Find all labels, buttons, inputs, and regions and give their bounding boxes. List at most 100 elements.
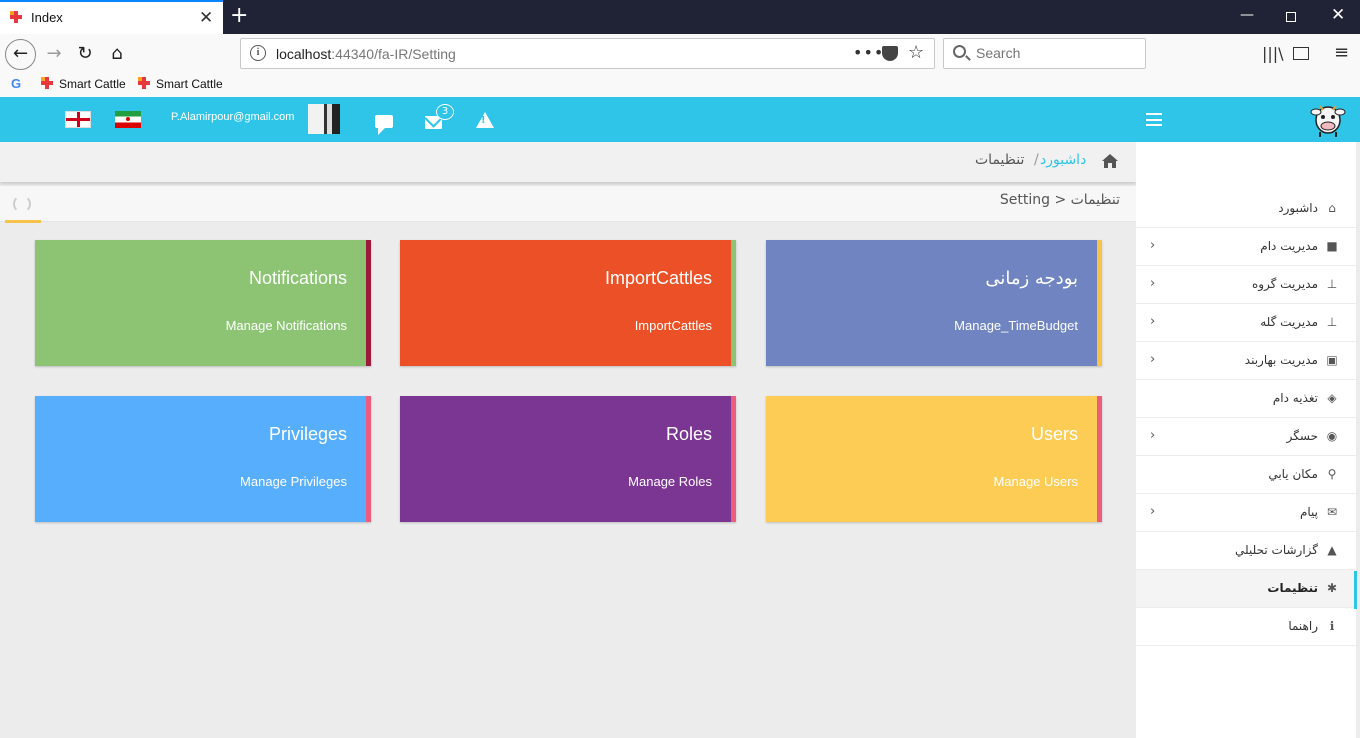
tab-title: Index [31, 10, 63, 25]
sidebar-item-label: مدیریت گروه [1251, 277, 1318, 291]
search-box[interactable] [943, 38, 1146, 69]
chevron-icon[interactable]: › [1150, 238, 1155, 253]
settings-card-notifications[interactable]: Notifications Manage Notifications [35, 240, 371, 366]
page-actions-icon[interactable]: ••• [853, 43, 884, 62]
sidebar-toggle-icon[interactable] [1293, 47, 1309, 60]
new-tab-icon[interactable]: + [230, 3, 248, 28]
sitemap-icon: ⊥ [1326, 277, 1338, 291]
breadcrumb-current: تنظیمات [975, 152, 1025, 168]
bookmarks-bar: G Smart Cattle Smart Cattle [0, 74, 1360, 97]
card-stripe [1097, 240, 1102, 366]
sidebar-item[interactable]: ▲ گزارشات تحليلي [1136, 532, 1356, 570]
reload-icon[interactable]: ↻ [71, 41, 99, 69]
english-flag-icon[interactable] [65, 111, 91, 128]
card-link[interactable]: Manage Privileges [240, 474, 347, 489]
sidebar-item[interactable]: ⊥ مدیریت گله › [1136, 304, 1356, 342]
sidebar-item-label: گزارشات تحليلي [1235, 543, 1318, 557]
card-stripe [731, 240, 736, 366]
iran-flag-icon[interactable] [115, 111, 141, 128]
sidebar-item[interactable]: ⌂ داشبورد [1136, 190, 1356, 228]
settings-card-privileges[interactable]: Privileges Manage Privileges [35, 396, 371, 522]
sidebar-item[interactable]: ◈ تغذیه دام [1136, 380, 1356, 418]
sidebar-item[interactable]: ⊥ مدیریت گروه › [1136, 266, 1356, 304]
minimize-icon[interactable]: — [1240, 7, 1254, 23]
envelope-icon: ✉ [1326, 505, 1338, 519]
sitemap-icon: ⊥ [1326, 315, 1338, 329]
mail-count-badge: 3 [436, 104, 454, 120]
chevron-icon[interactable]: › [1150, 428, 1155, 443]
cow-logo-icon[interactable] [1310, 100, 1346, 138]
smart-cattle-favicon-icon [10, 11, 24, 25]
chevron-icon[interactable]: › [1150, 314, 1155, 329]
home-icon[interactable]: ⌂ [103, 41, 131, 69]
sidebar-item-label: مدیریت بهاربند [1244, 353, 1318, 367]
tab-close-icon[interactable]: ✕ [199, 8, 213, 28]
library-icon[interactable]: |||\ [1262, 44, 1284, 63]
chevron-icon[interactable]: › [1150, 352, 1155, 367]
google-icon[interactable]: G [11, 76, 21, 91]
cattle-icon: ■ [1326, 239, 1338, 253]
smart-cattle-icon [41, 77, 53, 89]
settings-card-users[interactable]: Users Manage Users [766, 396, 1102, 522]
cog-icon: ✱ [1326, 581, 1338, 595]
sidebar-item[interactable]: ✱ تنظیمات [1136, 570, 1356, 608]
card-title: Users [1030, 424, 1078, 444]
avatar[interactable] [308, 104, 340, 134]
sidebar-item[interactable]: ℹ راهنما [1136, 608, 1356, 646]
search-input[interactable] [976, 45, 1136, 61]
maximize-icon[interactable] [1286, 12, 1296, 22]
settings-card-import-cattles[interactable]: ImportCattles ImportCattles [400, 240, 736, 366]
settings-card-roles[interactable]: Roles Manage Roles [400, 396, 736, 522]
sidebar-item[interactable]: ⚲ مکان يابي [1136, 456, 1356, 494]
card-link[interactable]: Manage Roles [628, 474, 712, 489]
sensor-icon: ◉ [1326, 429, 1338, 443]
sidebar-item-label: تنظیمات [1267, 581, 1318, 595]
breadcrumb-dashboard-link[interactable]: داشبورد [1040, 152, 1086, 168]
url-text: localhost:44340/fa-IR/Setting [276, 46, 456, 62]
pocket-icon[interactable] [882, 46, 898, 61]
hamburger-menu-icon[interactable] [1146, 113, 1162, 126]
chevron-icon[interactable]: › [1150, 276, 1155, 291]
panel-title: تنظیمات < Setting [999, 192, 1120, 208]
card-link[interactable]: Manage Notifications [226, 318, 347, 333]
home-icon[interactable] [1101, 153, 1119, 169]
sidebar-item[interactable]: ✉ پیام › [1136, 494, 1356, 532]
card-stripe [731, 396, 736, 522]
back-arrow-icon[interactable]: ← [5, 39, 36, 70]
sidebar-active-indicator [1354, 571, 1357, 609]
card-link[interactable]: Manage_TimeBudget [954, 318, 1078, 333]
home-icon: ⌂ [1328, 201, 1336, 215]
card-stripe [1097, 396, 1102, 522]
site-info-icon[interactable]: i [250, 45, 266, 61]
card-title: Privileges [268, 424, 347, 444]
chevron-icon[interactable]: › [1150, 504, 1155, 519]
location-icon: ⚲ [1327, 467, 1337, 481]
sidebar-item[interactable]: ▣ مدیریت بهاربند › [1136, 342, 1356, 380]
sidebar-item-label: داشبورد [1278, 201, 1318, 215]
card-link[interactable]: ImportCattles [635, 318, 712, 333]
leaf-icon: ◈ [1327, 391, 1337, 405]
browser-tab[interactable]: Index ✕ [0, 0, 223, 34]
sidebar-item-label: حسگر [1286, 429, 1318, 443]
bookmark-smart-cattle-1[interactable]: Smart Cattle [41, 77, 126, 91]
user-email[interactable]: P.Alamirpour@gmail.com [171, 111, 294, 123]
card-link[interactable]: Manage Users [993, 474, 1078, 489]
window-close-icon[interactable]: ✕ [1331, 5, 1345, 25]
chat-icon[interactable] [375, 115, 393, 135]
bookmark-smart-cattle-2[interactable]: Smart Cattle [138, 77, 223, 91]
url-bar[interactable]: i localhost:44340/fa-IR/Setting ••• ☆ [240, 38, 935, 69]
card-title: ImportCattles [604, 268, 712, 288]
card-title: Roles [665, 424, 712, 444]
area-chart-icon: ▲ [1327, 543, 1337, 557]
menu-icon[interactable]: ≡ [1334, 42, 1349, 63]
card-title: Notifications [248, 268, 347, 288]
refresh-icon[interactable] [13, 195, 31, 213]
bookmark-star-icon[interactable]: ☆ [908, 42, 924, 63]
forward-arrow-icon[interactable]: → [40, 41, 68, 69]
sidebar-item[interactable]: ■ مدیریت دام › [1136, 228, 1356, 266]
sidebar-item[interactable]: ◉ حسگر › [1136, 418, 1356, 456]
sidebar-item-label: راهنما [1288, 619, 1318, 633]
smart-cattle-icon [138, 77, 150, 89]
barn-icon: ▣ [1326, 353, 1338, 367]
settings-card-time-budget[interactable]: بودجه زمانی Manage_TimeBudget [766, 240, 1102, 366]
